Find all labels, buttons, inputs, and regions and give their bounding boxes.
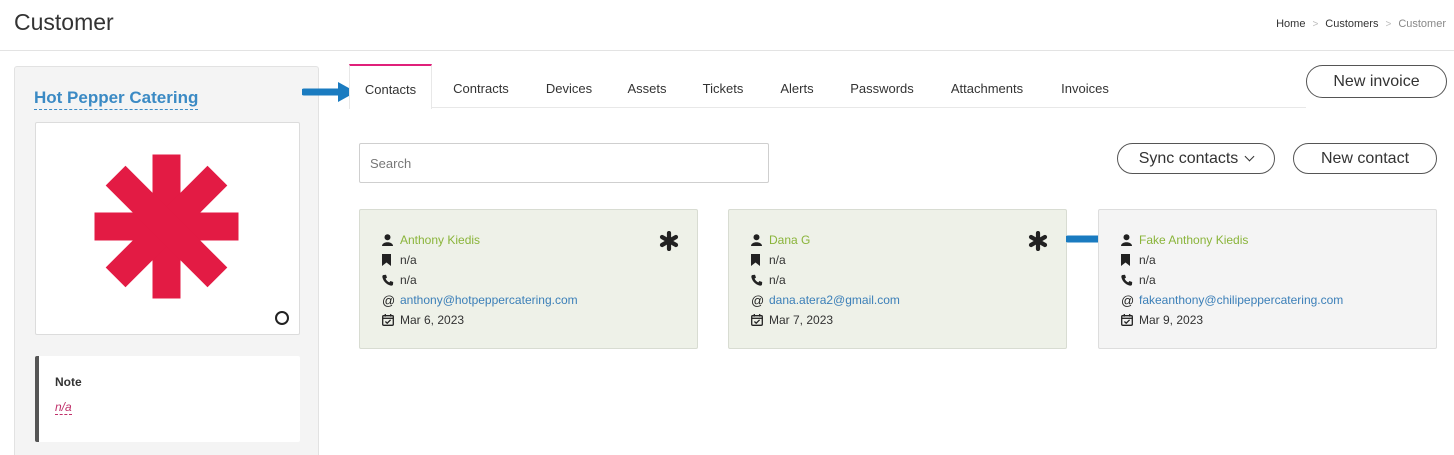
contact-name[interactable]: Dana G (769, 233, 810, 247)
chevron-down-icon (1244, 151, 1255, 162)
breadcrumb-customers[interactable]: Customers (1325, 18, 1378, 30)
contact-date: Mar 9, 2023 (1139, 313, 1204, 327)
bookmark-icon (382, 253, 400, 267)
at-icon: @ (751, 292, 765, 308)
note-box: Note n/a (35, 356, 300, 442)
note-title: Note (55, 375, 82, 389)
customer-logo (94, 154, 239, 299)
customer-panel: Hot Pepper Catering Note n/a (14, 66, 319, 455)
customer-name[interactable]: Hot Pepper Catering (34, 88, 199, 110)
bookmark-icon (1121, 253, 1139, 267)
user-icon (1121, 233, 1139, 247)
sync-contacts-label: Sync contacts (1138, 150, 1239, 167)
contact-title: n/a (1139, 253, 1156, 267)
breadcrumb: Home > Customers > Customer (1276, 18, 1446, 30)
tab-attachments[interactable]: Attachments (944, 64, 1030, 108)
page-title: Customer (14, 9, 114, 35)
tab-assets[interactable]: Assets (622, 64, 672, 108)
calendar-check-icon (1121, 313, 1139, 327)
contact-title: n/a (769, 253, 786, 267)
tab-tickets[interactable]: Tickets (696, 64, 750, 108)
tab-label: Alerts (780, 81, 814, 96)
contact-title: n/a (400, 253, 417, 267)
tab-contracts[interactable]: Contracts (446, 64, 516, 108)
contact-name[interactable]: Fake Anthony Kiedis (1139, 233, 1248, 247)
status-circle-icon[interactable] (275, 311, 289, 325)
breadcrumb-separator: > (1312, 18, 1319, 30)
tab-alerts[interactable]: Alerts (774, 64, 820, 108)
at-icon: @ (382, 292, 396, 308)
calendar-check-icon (382, 313, 400, 327)
phone-icon (751, 273, 769, 287)
tab-bar: Contacts Contracts Devices Assets Ticket… (349, 64, 1306, 109)
bookmark-icon (751, 253, 769, 267)
tab-label: Invoices (1061, 81, 1109, 96)
phone-icon (1121, 273, 1139, 287)
asterisk-icon (659, 231, 679, 251)
breadcrumb-current: Customer (1398, 18, 1446, 30)
contact-phone: n/a (769, 273, 786, 287)
tab-label: Contacts (364, 82, 417, 97)
phone-icon (382, 273, 400, 287)
breadcrumb-home[interactable]: Home (1276, 18, 1305, 30)
tab-label: Devices (545, 81, 593, 96)
calendar-check-icon (751, 313, 769, 327)
contact-card[interactable]: Anthony Kiedis n/a n/a @ anthony@hotpepp… (359, 209, 698, 349)
contact-date: Mar 6, 2023 (400, 313, 465, 327)
tab-label: Tickets (702, 81, 744, 96)
contact-card[interactable]: Dana G n/a n/a @ dana.atera2@gmail.com M… (728, 209, 1067, 349)
new-contact-button[interactable]: New contact (1293, 143, 1437, 174)
contact-card[interactable]: Fake Anthony Kiedis n/a n/a @ fakeanthon… (1098, 209, 1437, 349)
user-icon (382, 233, 400, 247)
search-input[interactable] (359, 143, 769, 183)
note-value[interactable]: n/a (55, 400, 72, 415)
customer-logo-box (35, 122, 300, 335)
asterisk-icon (1028, 231, 1048, 251)
breadcrumb-separator: > (1385, 18, 1392, 30)
tab-passwords[interactable]: Passwords (845, 64, 919, 108)
user-icon (751, 233, 769, 247)
contact-phone: n/a (1139, 273, 1156, 287)
contact-name[interactable]: Anthony Kiedis (400, 233, 480, 247)
at-icon: @ (1121, 292, 1135, 308)
tab-label: Contracts (453, 81, 509, 96)
contact-phone: n/a (400, 273, 417, 287)
new-invoice-button[interactable]: New invoice (1306, 65, 1447, 98)
page-header: Customer Home > Customers > Customer (0, 0, 1454, 51)
sync-contacts-button[interactable]: Sync contacts (1117, 143, 1275, 174)
contact-email[interactable]: fakeanthony@chilipeppercatering.com (1139, 293, 1343, 307)
tab-contacts[interactable]: Contacts (349, 64, 432, 109)
tab-label: Passwords (850, 81, 914, 96)
contact-email[interactable]: dana.atera2@gmail.com (769, 293, 900, 307)
contact-email[interactable]: anthony@hotpeppercatering.com (400, 293, 578, 307)
contact-date: Mar 7, 2023 (769, 313, 834, 327)
tab-devices[interactable]: Devices (540, 64, 598, 108)
tab-label: Assets (627, 81, 667, 96)
tab-label: Attachments (950, 81, 1024, 96)
tab-invoices[interactable]: Invoices (1054, 64, 1116, 108)
